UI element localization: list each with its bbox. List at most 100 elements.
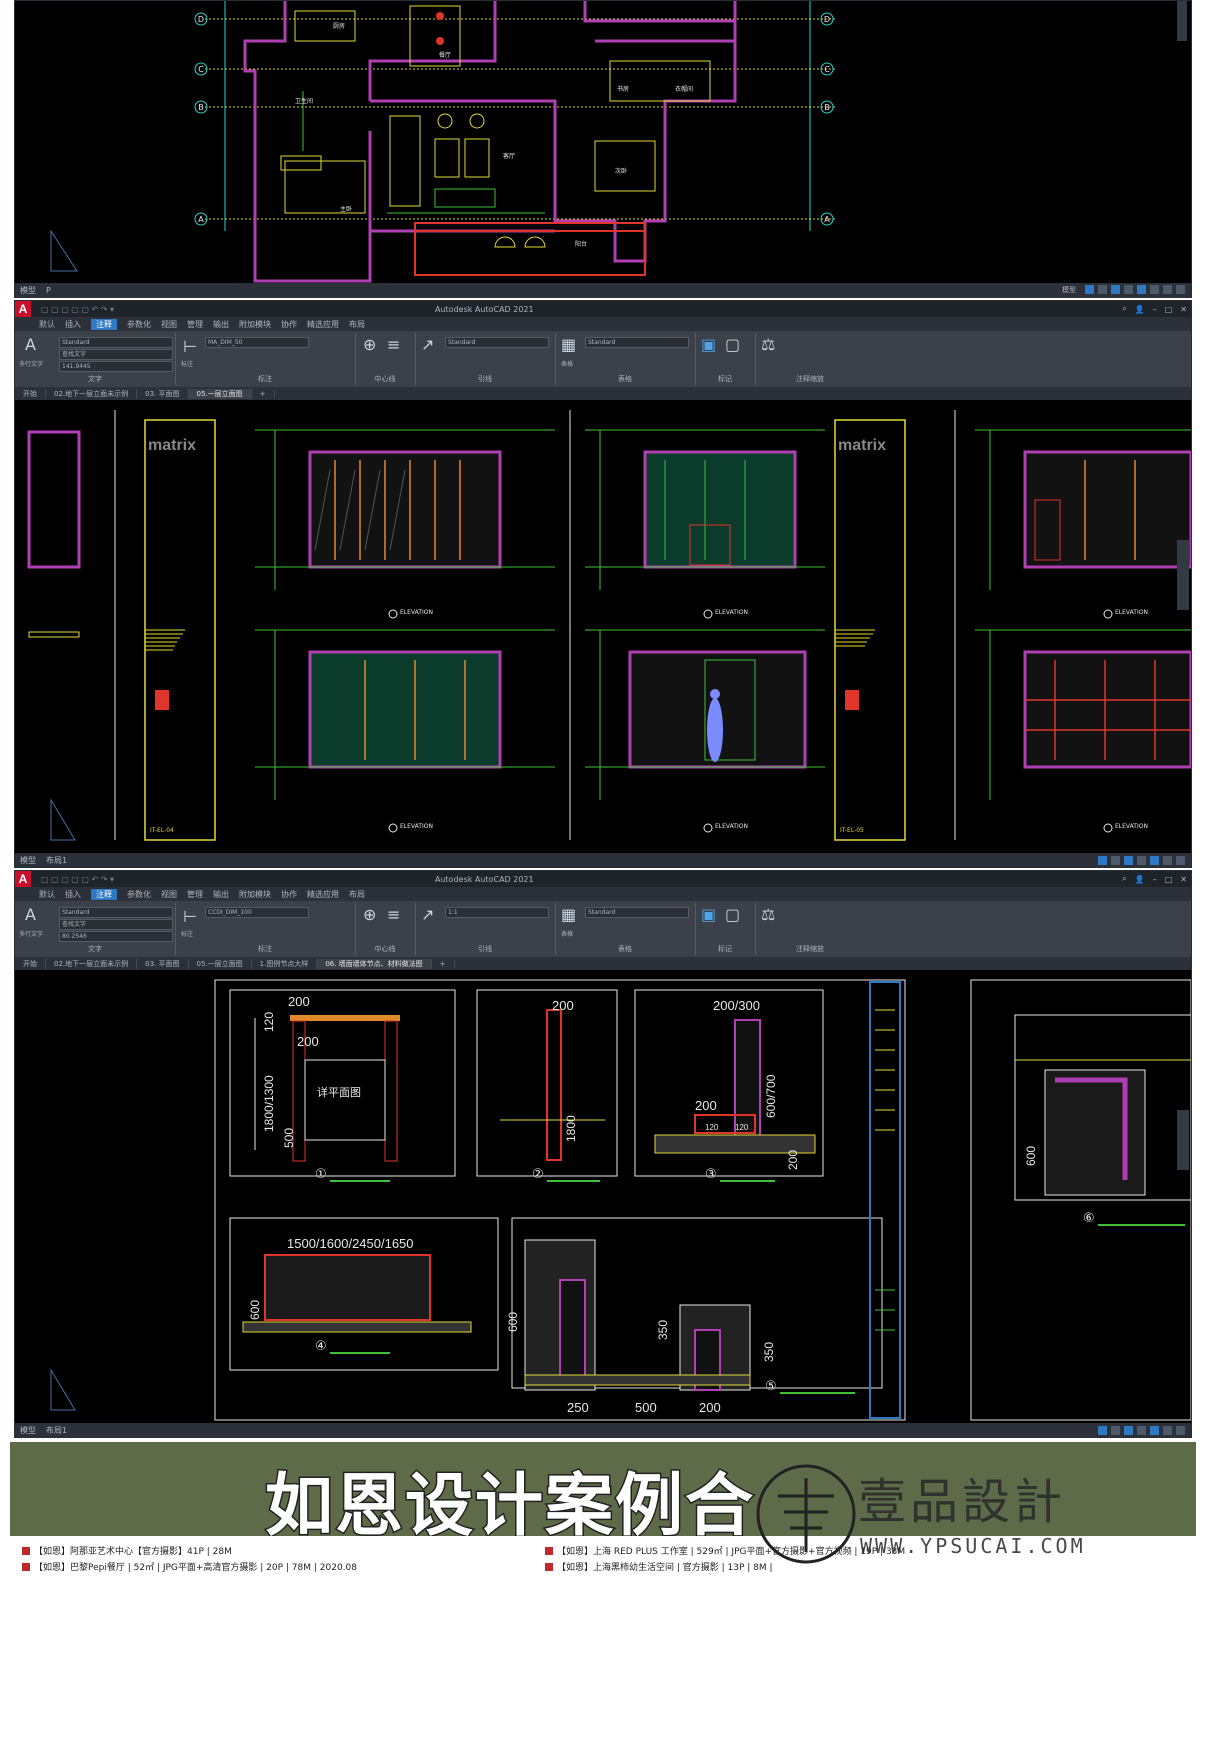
ribbon-tab-manage[interactable]: 管理: [187, 319, 203, 330]
file-tab[interactable]: 开始: [15, 958, 46, 969]
file-tab-active[interactable]: 05.一层立面图: [188, 388, 252, 399]
grid-toggle[interactable]: [1098, 855, 1107, 865]
ribbon-tab-collaborate[interactable]: 协作: [281, 889, 297, 900]
new-tab-button[interactable]: +: [252, 389, 275, 398]
text-height-input[interactable]: 141.9445: [59, 361, 173, 372]
leader-style-select[interactable]: Standard: [445, 337, 549, 348]
centerline-icon[interactable]: ≡: [387, 335, 400, 354]
new-tab-button[interactable]: +: [432, 959, 455, 968]
maximize-icon[interactable]: □: [1165, 875, 1173, 884]
table-icon[interactable]: ▦: [561, 335, 576, 354]
text-style-select[interactable]: Standard: [59, 337, 173, 348]
customize-icon[interactable]: [1176, 855, 1185, 865]
ribbon-tab-manage[interactable]: 管理: [187, 889, 203, 900]
ribbon-tab-parametric[interactable]: 参数化: [127, 889, 151, 900]
file-tab[interactable]: 03. 平面图: [137, 958, 189, 969]
ribbon-tab-layout[interactable]: 布局: [349, 889, 365, 900]
close-icon[interactable]: ✕: [1180, 305, 1187, 314]
dimension-button[interactable]: 标注: [181, 929, 193, 938]
ribbon-tab-featured[interactable]: 精选应用: [307, 889, 339, 900]
file-tab[interactable]: 1.图例节点大样: [252, 958, 318, 969]
user-icon[interactable]: 👤: [1135, 305, 1145, 314]
wipeout-icon[interactable]: ▢: [725, 335, 740, 354]
ribbon-tab-collaborate[interactable]: 协作: [281, 319, 297, 330]
file-tab[interactable]: 05.一层立面图: [189, 958, 252, 969]
ribbon-tab-output[interactable]: 输出: [213, 319, 229, 330]
wipeout-icon[interactable]: ▢: [725, 905, 740, 924]
file-tab-active[interactable]: 06. 墙面墙体节点、材料做法图: [317, 958, 432, 969]
multiline-text-button[interactable]: 多行文字: [19, 359, 43, 368]
minimize-icon[interactable]: –: [1153, 305, 1157, 314]
polar-toggle[interactable]: [1137, 1425, 1146, 1435]
layout-tab[interactable]: P: [46, 286, 51, 295]
snap-toggle[interactable]: [1111, 1425, 1120, 1435]
multiline-text-icon[interactable]: A: [25, 905, 36, 924]
workspace-gear-icon[interactable]: [1163, 855, 1172, 865]
center-mark-icon[interactable]: ⊕: [363, 335, 376, 354]
file-tab[interactable]: 开始: [15, 388, 46, 399]
search-icon[interactable]: ⌕: [1122, 874, 1126, 884]
layout-tab[interactable]: 布局1: [46, 1425, 67, 1436]
workspace-gear-icon[interactable]: [1163, 1425, 1172, 1435]
customize-icon[interactable]: [1176, 1425, 1185, 1435]
file-tab[interactable]: 03. 平面图: [137, 388, 189, 399]
ortho-toggle[interactable]: [1124, 1425, 1133, 1435]
dimension-button[interactable]: 标注: [181, 359, 193, 368]
drawing-canvas-elevations[interactable]: matrix matrix IT-EL-04 IT-EL-05 ELEVATIO…: [15, 400, 1191, 853]
ribbon-tab-insert[interactable]: 插入: [65, 319, 81, 330]
table-style-select[interactable]: Standard: [585, 337, 689, 348]
autocad-logo-icon[interactable]: A: [15, 871, 31, 887]
ribbon-tab-parametric[interactable]: 参数化: [127, 319, 151, 330]
model-tab[interactable]: 模型: [20, 285, 36, 296]
ribbon-tab-annotate[interactable]: 注释: [91, 888, 117, 900]
drawing-canvas-floorplan[interactable]: D C B A D C B A 厨房 客厅 餐厅 主卧 卫生间 次卧 阳台 书房…: [15, 1, 1191, 283]
workspace-gear-icon[interactable]: [1163, 285, 1172, 294]
osnap-toggle[interactable]: [1150, 855, 1159, 865]
ribbon-tab-layout[interactable]: 布局: [349, 319, 365, 330]
ribbon-tab-view[interactable]: 视图: [161, 889, 177, 900]
layout-tab[interactable]: 布局1: [46, 855, 67, 866]
ribbon-tab-addins[interactable]: 附加模块: [239, 319, 271, 330]
customize-icon[interactable]: [1176, 285, 1185, 294]
polar-toggle[interactable]: [1124, 285, 1133, 294]
table-style-select[interactable]: Standard: [585, 907, 689, 918]
leader-style-select[interactable]: 1:1: [445, 907, 549, 918]
dim-style-select[interactable]: MA_DIM_50: [205, 337, 309, 348]
text-height-input[interactable]: 80.2546: [59, 931, 173, 942]
multileader-icon[interactable]: ↗: [421, 335, 434, 354]
ribbon-tab-addins[interactable]: 附加模块: [239, 889, 271, 900]
ribbon-tab-insert[interactable]: 插入: [65, 889, 81, 900]
close-icon[interactable]: ✕: [1180, 875, 1187, 884]
polar-toggle[interactable]: [1137, 855, 1146, 865]
table-icon[interactable]: ▦: [561, 905, 576, 924]
revcloud-icon[interactable]: ▣: [701, 335, 716, 354]
find-text-input[interactable]: 查找文字: [59, 349, 173, 360]
table-button[interactable]: 表格: [561, 359, 573, 368]
user-icon[interactable]: 👤: [1135, 875, 1145, 884]
file-tab[interactable]: 02.地下一层立面未示例: [46, 388, 138, 399]
multiline-text-icon[interactable]: A: [25, 335, 36, 354]
ribbon-tab-default[interactable]: 默认: [39, 319, 55, 330]
annotation-scale[interactable]: [1150, 285, 1159, 294]
vertical-scrollbar[interactable]: [1177, 540, 1189, 610]
dimension-icon[interactable]: ⊢: [183, 337, 197, 356]
multiline-text-button[interactable]: 多行文字: [19, 929, 43, 938]
file-tab[interactable]: 02.地下一层立面未示例: [46, 958, 138, 969]
ribbon-tab-annotate[interactable]: 注释: [91, 318, 117, 330]
text-style-select[interactable]: Standard: [59, 907, 173, 918]
model-tab[interactable]: 模型: [20, 855, 36, 866]
ribbon-tab-view[interactable]: 视图: [161, 319, 177, 330]
center-mark-icon[interactable]: ⊕: [363, 905, 376, 924]
maximize-icon[interactable]: □: [1165, 305, 1173, 314]
add-scale-icon[interactable]: ⚖: [761, 905, 775, 924]
snap-toggle[interactable]: [1111, 855, 1120, 865]
ortho-toggle[interactable]: [1111, 285, 1120, 294]
search-icon[interactable]: ⌕: [1122, 304, 1126, 314]
minimize-icon[interactable]: –: [1153, 875, 1157, 884]
model-tab[interactable]: 模型: [20, 1425, 36, 1436]
osnap-toggle[interactable]: [1137, 285, 1146, 294]
drawing-canvas-details[interactable]: 200 200 详平面图 200 200/300 200 1500/1600/2…: [15, 970, 1191, 1423]
find-text-input[interactable]: 查找文字: [59, 919, 173, 930]
dimension-icon[interactable]: ⊢: [183, 907, 197, 926]
centerline-icon[interactable]: ≡: [387, 905, 400, 924]
